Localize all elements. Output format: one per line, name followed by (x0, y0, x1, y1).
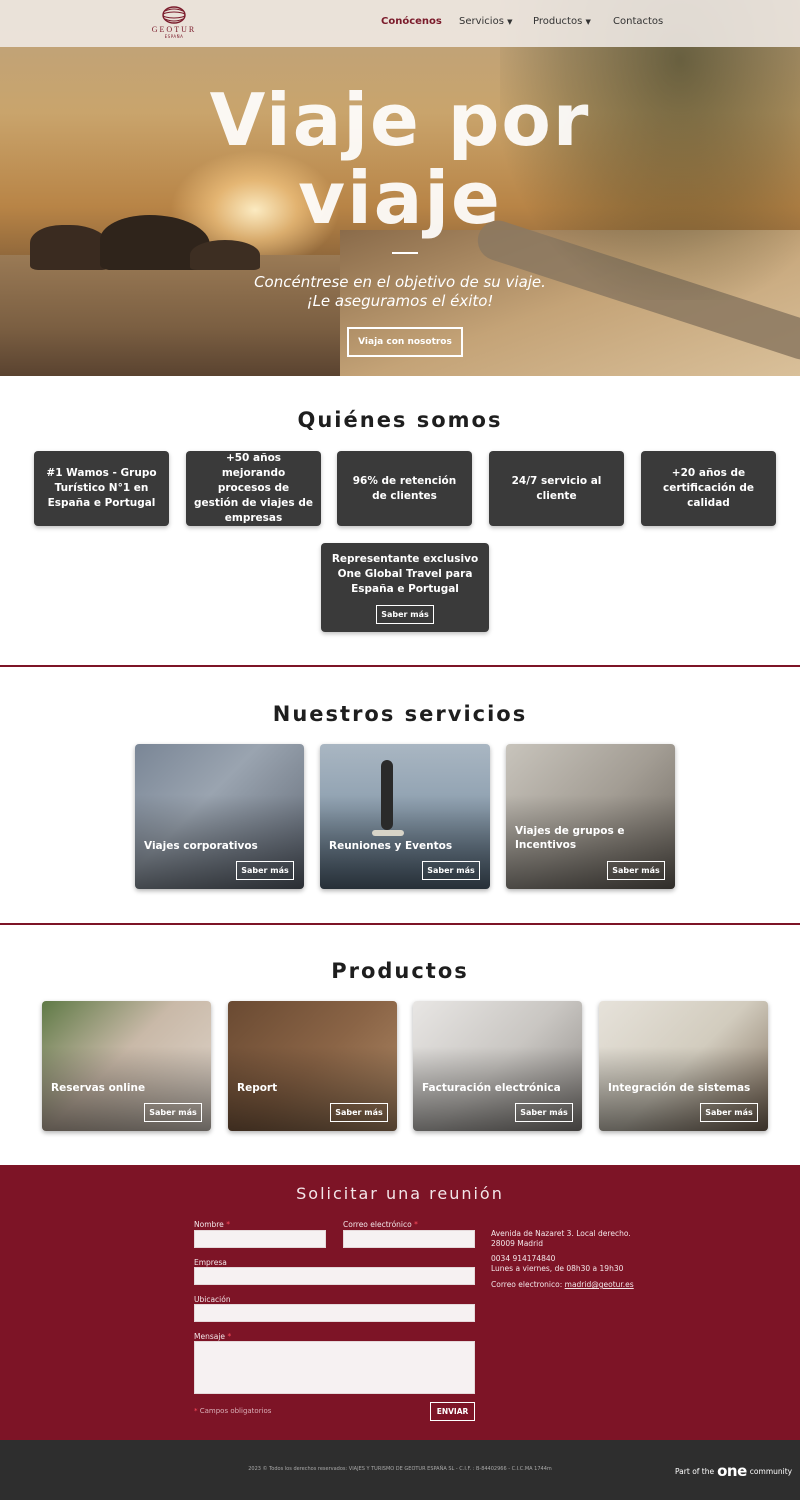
caret-down-icon: ▼ (585, 18, 591, 26)
location-label: Ubicación (194, 1295, 231, 1304)
learn-more-button[interactable]: Saber más (607, 861, 665, 880)
name-label-text: Nombre (194, 1220, 224, 1229)
about-title: Quiénes somos (297, 408, 503, 432)
email-info-label: Correo electronico: (491, 1280, 563, 1289)
services-title: Nuestros servicios (272, 702, 528, 726)
learn-more-button[interactable]: Saber más (330, 1103, 388, 1122)
hero-divider (392, 252, 418, 254)
hero-rock (190, 240, 260, 270)
learn-more-button[interactable]: Saber más (376, 604, 434, 624)
logo-subtitle: ESPAÑA (164, 34, 184, 39)
nav-item-label: Productos (533, 16, 583, 27)
address-line-1: Avenida de Nazaret 3. Local derecho. (491, 1229, 631, 1238)
send-button[interactable]: ENVIAR (430, 1402, 475, 1421)
email-label-text: Correo electrónico (343, 1220, 412, 1229)
learn-more-button[interactable]: Saber más (144, 1103, 202, 1122)
hero-title-line-1: Viaje por (209, 78, 591, 162)
logo-name: GEOTUR (151, 25, 197, 34)
nav-item-productos[interactable]: Productos ▼ (533, 16, 591, 27)
about-card-text: 24/7 servicio al cliente (511, 474, 602, 502)
service-card-events[interactable]: Reuniones y Eventos Saber más (320, 744, 490, 889)
about-card-experience: +50 años mejorando procesos de gestión d… (186, 451, 321, 526)
address-line-2: 28009 Madrid (491, 1239, 543, 1248)
about-card-text: #1 Wamos - Grupo Turístico N°1 en España… (46, 467, 157, 509)
email-label: Correo electrónico * (343, 1220, 418, 1229)
required-asterisk: * (227, 1332, 232, 1341)
service-card-groups[interactable]: Viajes de grupos e Incentivos Saber más (506, 744, 675, 889)
learn-more-button[interactable]: Saber más (422, 861, 480, 880)
about-card-certification: +20 años de certificación de calidad (641, 451, 776, 526)
message-label-text: Mensaje (194, 1332, 226, 1341)
about-card-text: +50 años mejorando procesos de gestión d… (194, 452, 313, 524)
about-card-wamos: #1 Wamos - Grupo Turístico N°1 en España… (34, 451, 169, 526)
section-divider (0, 923, 800, 925)
location-input[interactable] (194, 1304, 475, 1322)
products-title: Productos (331, 959, 469, 983)
company-label: Empresa (194, 1258, 227, 1267)
paddleboard (372, 830, 404, 836)
about-card-text: Representante exclusivo One Global Trave… (331, 552, 479, 595)
email-info: Correo electronico: madrid@geotur.es (491, 1280, 634, 1290)
contact-section (0, 1165, 800, 1440)
product-card-label: Reservas online (51, 1082, 146, 1094)
caret-down-icon: ▼ (507, 18, 513, 26)
one-logo: one (717, 1462, 747, 1480)
product-card-label: Report (237, 1082, 278, 1094)
nav-item-contactos[interactable]: Contactos (613, 16, 663, 27)
hero-title-line-2: viaje (298, 156, 502, 240)
required-note-text: Campos obligatorios (199, 1407, 272, 1415)
required-asterisk: * (414, 1220, 418, 1229)
service-card-label: Viajes corporativos (144, 840, 258, 852)
part-of-suffix: community (749, 1466, 793, 1476)
about-card-text: +20 años de certificación de calidad (662, 467, 755, 509)
email-link[interactable]: madrid@geotur.es (565, 1280, 634, 1289)
paddleboarder-figure (381, 760, 393, 830)
nav-item-servicios[interactable]: Servicios ▼ (459, 16, 513, 27)
service-card-label: Viajes de grupos e Incentivos (515, 825, 625, 851)
about-card-support: 24/7 servicio al cliente (489, 451, 624, 526)
learn-more-button[interactable]: Saber más (236, 861, 294, 880)
globe-logo-icon (162, 6, 186, 24)
product-card-e-invoicing[interactable]: Facturación electrónica Saber más (413, 1001, 582, 1131)
product-card-label: Integración de sistemas (608, 1082, 751, 1094)
product-card-report[interactable]: Report Saber más (228, 1001, 397, 1131)
learn-more-button[interactable]: Saber más (700, 1103, 758, 1122)
product-card-online-booking[interactable]: Reservas online Saber más (42, 1001, 211, 1131)
required-asterisk: * (194, 1407, 198, 1415)
top-navigation-bar: GEOTUR ESPAÑA Conócenos Servicios ▼ Prod… (0, 0, 800, 47)
message-textarea[interactable] (194, 1341, 475, 1394)
about-card-text: 96% de retención de clientes (352, 474, 457, 502)
one-community-badge[interactable]: Part of the one community (675, 1462, 792, 1480)
nav-item-conocenos[interactable]: Conócenos (381, 16, 442, 27)
about-card-one-global: Representante exclusivo One Global Trave… (321, 543, 489, 632)
learn-more-button[interactable]: Saber más (515, 1103, 573, 1122)
hero-subtitle-line-1: Concéntrese en el objetivo de su viaje. (254, 273, 546, 291)
name-label: Nombre * (194, 1220, 230, 1229)
message-label: Mensaje * (194, 1332, 231, 1341)
product-card-integration[interactable]: Integración de sistemas Saber más (599, 1001, 768, 1131)
product-card-label: Facturación electrónica (422, 1082, 561, 1094)
section-divider (0, 665, 800, 667)
business-hours: Lunes a viernes, de 08h30 a 19h30 (491, 1264, 624, 1273)
geotur-logo[interactable]: GEOTUR ESPAÑA (146, 5, 202, 43)
name-input[interactable] (194, 1230, 326, 1248)
phone-number: 0034 914174840 (491, 1254, 556, 1263)
service-card-label: Reuniones y Eventos (329, 840, 453, 852)
required-asterisk: * (226, 1220, 230, 1229)
service-card-corporate[interactable]: Viajes corporativos Saber más (135, 744, 304, 889)
hero-subtitle-line-2: ¡Le aseguramos el éxito! (306, 292, 494, 310)
part-of-prefix: Part of the (675, 1466, 715, 1476)
address: Avenida de Nazaret 3. Local derecho. 280… (491, 1229, 631, 1249)
required-fields-note: * Campos obligatorios (194, 1407, 271, 1415)
email-input[interactable] (343, 1230, 475, 1248)
company-input[interactable] (194, 1267, 475, 1285)
about-card-retention: 96% de retención de clientes (337, 451, 472, 526)
phone-hours: 0034 914174840 Lunes a viernes, de 08h30… (491, 1254, 623, 1274)
nav-item-label: Servicios (459, 16, 504, 27)
contact-title: Solicitar una reunión (296, 1184, 504, 1203)
travel-with-us-button[interactable]: Viaja con nosotros (347, 327, 463, 357)
